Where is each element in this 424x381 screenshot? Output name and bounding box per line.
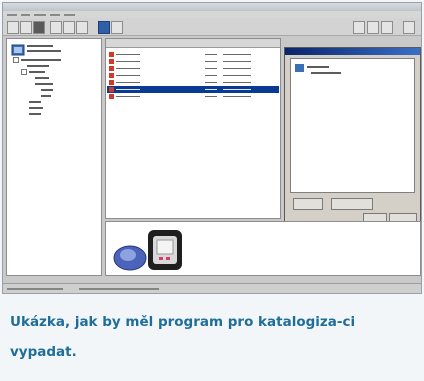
toolbar-button[interactable] (367, 21, 379, 34)
dialog-button[interactable] (293, 198, 323, 210)
title-bar (3, 3, 421, 11)
flash-player-device-icon (113, 230, 182, 271)
toolbar-button[interactable] (33, 21, 45, 34)
toolbar-button[interactable] (76, 21, 88, 34)
toolbar (3, 18, 421, 36)
dialog-title-bar (285, 48, 420, 55)
dialog-button[interactable] (331, 198, 373, 210)
file-row[interactable] (107, 51, 279, 58)
file-icon (109, 59, 114, 64)
folder-icon (295, 64, 304, 72)
file-icon (109, 73, 114, 78)
toolbar-button[interactable] (98, 21, 110, 34)
dialog-tree[interactable] (290, 58, 415, 193)
toolbar-button[interactable] (63, 21, 75, 34)
toolbar-button[interactable] (381, 21, 393, 34)
figure-caption: Ukázka, jak by měl program pro katalogiz… (10, 314, 356, 360)
toolbar-button[interactable] (20, 21, 32, 34)
menu-bar (3, 11, 421, 18)
file-icon (109, 94, 114, 99)
file-icon (109, 52, 114, 57)
file-row[interactable] (107, 72, 279, 79)
file-icon (109, 66, 114, 71)
file-icon (109, 87, 114, 92)
file-row[interactable] (107, 65, 279, 72)
toolbar-button[interactable] (7, 21, 19, 34)
file-icon (109, 80, 114, 85)
toolbar-button[interactable] (353, 21, 365, 34)
application-window (2, 2, 422, 294)
file-row[interactable] (107, 79, 279, 86)
file-list-panel[interactable] (105, 38, 281, 219)
file-row[interactable] (107, 93, 279, 100)
preview-panel (105, 221, 421, 276)
toolbar-button[interactable] (111, 21, 123, 34)
status-bar (3, 283, 421, 293)
column-headers[interactable] (106, 39, 280, 48)
folder-tree-panel[interactable] (6, 38, 102, 276)
file-row-selected[interactable] (107, 86, 279, 93)
dialog-window (284, 47, 421, 227)
toolbar-button[interactable] (50, 21, 62, 34)
toolbar-button[interactable] (403, 21, 415, 34)
file-row[interactable] (107, 58, 279, 65)
